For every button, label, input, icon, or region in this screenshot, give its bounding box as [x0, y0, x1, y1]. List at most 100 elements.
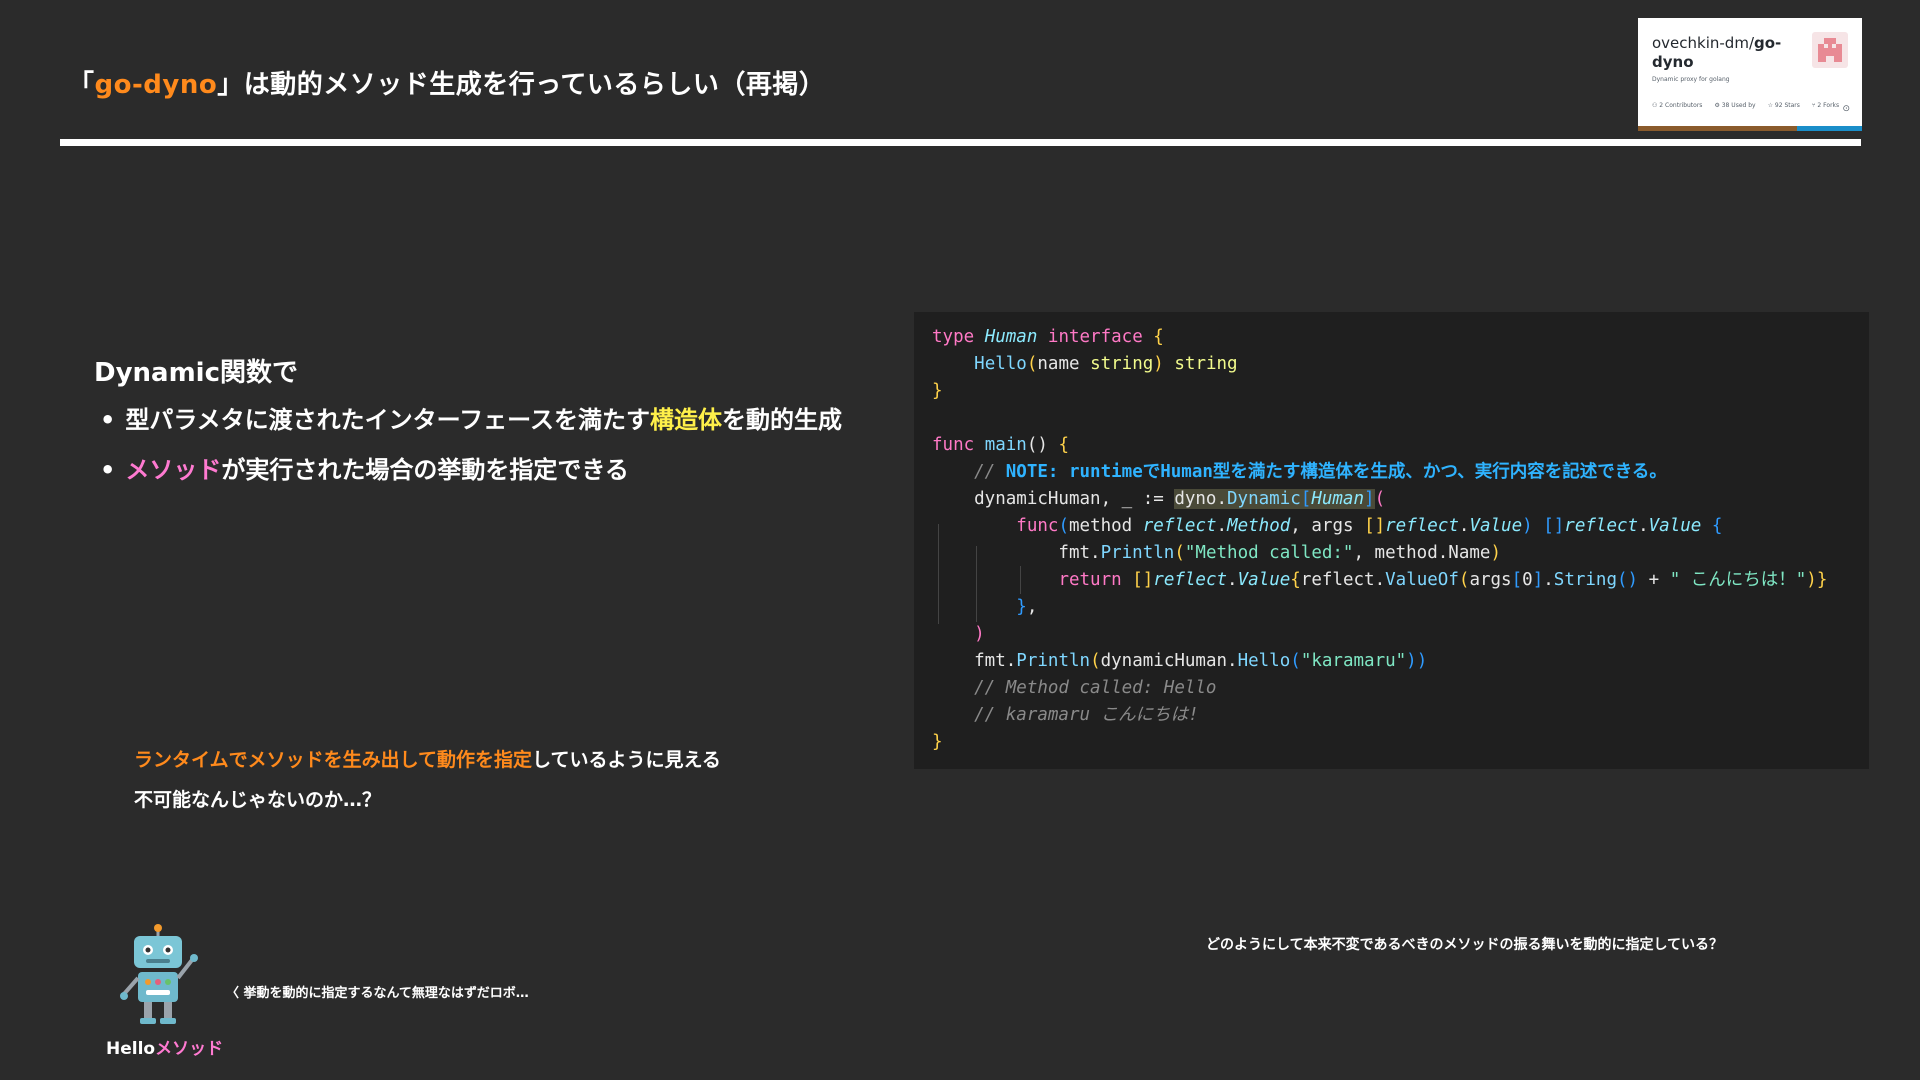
bullet-item: 型パラメタに渡されたインターフェースを満たす構造体を動的生成 [100, 402, 842, 452]
code-token: String [1553, 570, 1617, 590]
code-line: dynamicHuman, _ := dyno.Dynamic[Human]( [932, 486, 1827, 513]
code-token: ( [1058, 516, 1069, 536]
code-token: . [1227, 570, 1238, 590]
lead-text: Dynamic関数で [94, 358, 299, 388]
code-token: return [1058, 570, 1133, 590]
repo-stat-forks: ⑂ 2 Forks [1811, 102, 1840, 109]
code-line: }, [932, 594, 1827, 621]
code-line: type Human interface { [932, 324, 1827, 351]
title-open-bracket: 「 [68, 70, 95, 100]
code-token: , args [1290, 516, 1365, 536]
code-token: { [1153, 327, 1164, 347]
code-line: // NOTE: runtimeでHuman型を満たす構造体を生成、かつ、実行内… [932, 459, 1827, 486]
title-rest: 」は動的メソッド生成を行っているらしい（再掲） [217, 70, 826, 100]
code-token: Println [1100, 543, 1175, 563]
code-token: { [1701, 516, 1723, 536]
code-token: Hello [974, 354, 1027, 374]
code-token: . [1216, 516, 1228, 536]
repo-name: ovechkin-dm/go-dyno [1652, 34, 1802, 72]
code-token: fmt. [932, 651, 1017, 671]
code-token: ) [1153, 354, 1164, 374]
repo-stat-contributors: ⚇ 2 Contributors [1652, 102, 1703, 109]
code-block: type Human interface { Hello(name string… [932, 324, 1827, 756]
code-token: . [1543, 570, 1554, 590]
question-text: どのようにして本来不変であるべきのメソッドの振る舞いを動的に指定している？ [1206, 937, 1724, 953]
code-token: "Method called:" [1184, 543, 1354, 563]
code-token: func [932, 435, 985, 455]
repo-description: Dynamic proxy for golang [1652, 76, 1730, 83]
indent-guide [976, 546, 977, 622]
code-line: // Method called: Hello [932, 675, 1827, 702]
code-token: Value [1648, 516, 1702, 536]
repo-stat-usedby: ⚙ 38 Used by [1714, 102, 1756, 109]
code-token: Println [1016, 651, 1091, 671]
code-token: dynamicHuman, _ := [932, 489, 1175, 509]
code-token: } [932, 732, 943, 752]
code-token: )) [1406, 651, 1428, 671]
code-line: ) [932, 621, 1827, 648]
code-token: reflect [1385, 516, 1459, 536]
repo-language-bar [1638, 126, 1862, 131]
repo-avatar [1812, 32, 1848, 68]
code-token: NOTE: runtimeでHuman型を満たす構造体を生成、かつ、実行内容を記… [1005, 462, 1667, 482]
code-token: string [1090, 354, 1154, 374]
repo-card[interactable]: ovechkin-dm/go-dyno Dynamic proxy for go… [1638, 18, 1862, 131]
code-token: , [1026, 597, 1038, 617]
code-token: Value [1237, 570, 1291, 590]
code-token: fmt. [932, 543, 1101, 563]
code-token: [ [1511, 570, 1523, 590]
code-token: name [1037, 354, 1091, 374]
code-token: { [1290, 570, 1301, 590]
code-token: func [1016, 516, 1059, 536]
code-token: ValueOf [1385, 570, 1459, 590]
code-token: type [932, 327, 985, 347]
code-token: ] [1364, 489, 1375, 509]
code-token: ) [1522, 516, 1544, 536]
code-token: Dynamic [1227, 489, 1301, 509]
github-icon: ⊙ [1842, 104, 1850, 114]
note-line-1: ランタイムでメソッドを生み出して動作を指定しているように見える [134, 749, 721, 771]
robot-icon [118, 924, 202, 1030]
code-token: Value [1469, 516, 1523, 536]
code-token: ( [1290, 651, 1301, 671]
repo-stat-stars: ☆ 92 Stars [1767, 102, 1800, 109]
code-token: )} [1806, 570, 1828, 590]
code-token: main [984, 435, 1027, 455]
code-token: string [1163, 354, 1238, 374]
repo-stats: ⚇ 2 Contributors ⚙ 38 Used by ☆ 92 Stars… [1652, 102, 1839, 109]
code-token: . [1458, 516, 1470, 536]
code-token: ( [1374, 489, 1386, 509]
code-token: { [1058, 435, 1069, 455]
indent-guide [1020, 566, 1021, 594]
code-token: ] [1532, 570, 1544, 590]
code-token: " こんにちは！" [1669, 570, 1807, 590]
code-token: } [1016, 597, 1027, 617]
code-token: // Method called: Hello [932, 678, 1217, 698]
code-token: reflect [1142, 516, 1217, 536]
code-line: } [932, 378, 1827, 405]
code-token: } [932, 381, 943, 401]
slide-title: 「go-dyno」は動的メソッド生成を行っているらしい（再掲） [68, 64, 825, 101]
code-line: } [932, 729, 1827, 756]
code-token: [] [1132, 570, 1154, 590]
robot-label: Helloメソッド [106, 1039, 224, 1059]
code-token: ( [1174, 543, 1185, 563]
code-token: reflect [1153, 570, 1228, 590]
code-token: reflect [1564, 516, 1639, 536]
code-line: func(method reflect.Method, args []refle… [932, 513, 1827, 540]
code-token: [] [1364, 516, 1386, 536]
code-token: , method.Name [1353, 543, 1491, 563]
code-token: dyno. [1174, 489, 1228, 509]
note-text: ランタイムでメソッドを生み出して動作を指定しているように見える 不可能なんじゃな… [134, 740, 721, 820]
code-token: ( [1026, 354, 1038, 374]
code-token: ) [1490, 543, 1501, 563]
code-token: ) [974, 624, 985, 644]
code-token: dynamicHuman. [1100, 651, 1238, 671]
code-token: [ [1300, 489, 1312, 509]
code-token: args [1469, 570, 1512, 590]
